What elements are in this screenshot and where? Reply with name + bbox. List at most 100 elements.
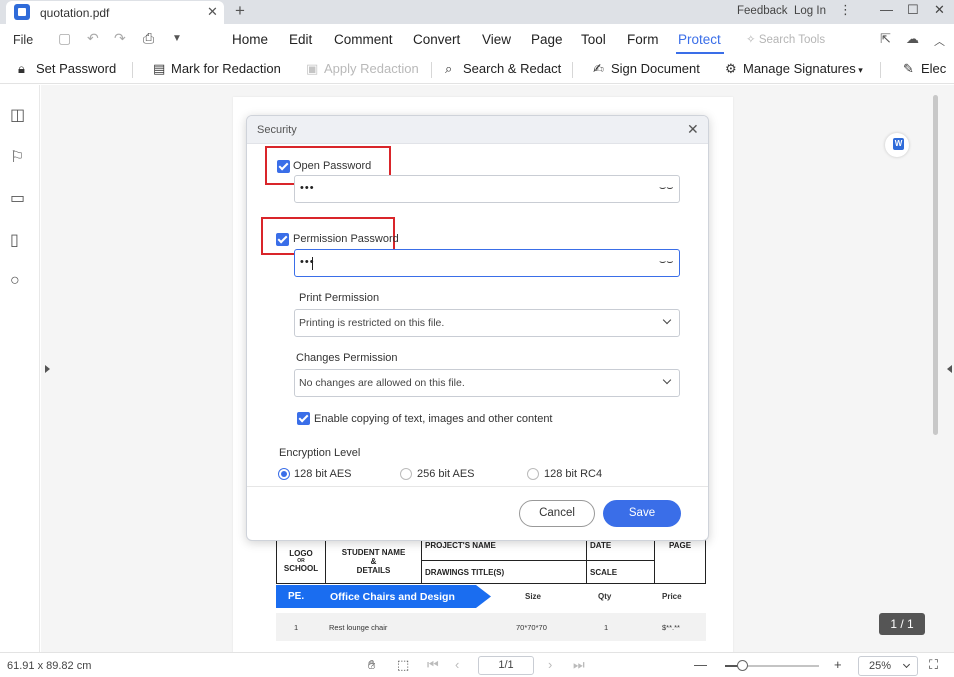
cloud-upload-icon[interactable]: ☁ (906, 31, 919, 47)
encryption-128-aes-label: 128 bit AES (294, 468, 352, 480)
enable-copying-checkbox[interactable] (297, 412, 310, 425)
sign-document-button[interactable]: ✍ Sign Document (593, 61, 700, 77)
minimize-icon[interactable]: — (880, 2, 893, 17)
search-tools[interactable]: ✧ Search Tools (746, 32, 825, 46)
menu-home[interactable]: Home (232, 32, 268, 47)
changes-permission-value: No changes are allowed on this file. (299, 377, 465, 389)
menu-edit[interactable]: Edit (289, 32, 312, 47)
zoom-out-icon[interactable]: — (694, 657, 707, 672)
comment-icon[interactable]: ▭ (10, 188, 25, 208)
chevron-down-icon (662, 315, 672, 325)
encryption-level-label: Encryption Level (279, 447, 361, 459)
last-page-icon[interactable]: ⏭︎ (573, 657, 585, 673)
menu-file[interactable]: File (13, 33, 33, 47)
electronic-signature-icon: ✎ (903, 61, 914, 76)
menu-comment[interactable]: Comment (334, 32, 393, 47)
drawings-title-cell: DRAWINGS TITLE(S) (421, 560, 587, 584)
section-header-row: PE. Office Chairs and Design Size Qty Pr… (276, 585, 706, 608)
attachment-icon[interactable]: ▯ (10, 230, 19, 250)
dialog-footer-divider (247, 486, 708, 487)
bookmark-icon[interactable]: ⚐ (10, 147, 24, 167)
close-window-icon[interactable]: ✕ (934, 2, 945, 18)
section-name: Office Chairs and Design (330, 591, 455, 603)
select-tool-icon[interactable]: ⬚ (397, 657, 409, 673)
page-dimensions: 61.91 x 89.82 cm (7, 660, 92, 672)
first-page-icon[interactable]: ⏮︎ (427, 657, 439, 673)
collapse-ribbon-icon[interactable]: ︿ (934, 33, 945, 49)
new-tab-icon[interactable]: + (235, 1, 245, 21)
mark-redaction-button[interactable]: ▤ Mark for Redaction (153, 61, 281, 77)
permission-password-field[interactable]: ••• ⌣⌣ (294, 249, 680, 277)
row-size: 70*70*70 (516, 623, 547, 632)
zoom-in-icon[interactable]: + (834, 657, 842, 672)
menu-tool[interactable]: Tool (581, 32, 606, 47)
size-column-header: Size (525, 592, 542, 601)
share-icon[interactable]: ⇱ (880, 31, 891, 47)
status-bar: 61.91 x 89.82 cm ✋︎ ⬚ ⏮︎ ‹ 1/1 › ⏭︎ — + … (0, 652, 954, 677)
security-dialog: Security ✕ Open Password ••• ⌣⌣ Permissi… (246, 115, 709, 541)
undo-icon[interactable]: ↶ (87, 30, 99, 47)
convert-to-word-button[interactable]: W (885, 133, 909, 157)
encryption-256-aes-radio[interactable] (400, 468, 412, 480)
hide-password-icon[interactable]: ⌣⌣ (659, 256, 673, 269)
details-text: DETAILS (356, 565, 391, 575)
feedback-link[interactable]: Feedback (737, 5, 788, 17)
date-cell: DATE (586, 538, 655, 561)
print-permission-select[interactable]: Printing is restricted on this file. (294, 309, 680, 337)
row-qty: 1 (604, 623, 609, 632)
search-tools-placeholder: Search Tools (758, 34, 826, 46)
redo-icon[interactable]: ↷ (114, 30, 126, 47)
menu-form[interactable]: Form (627, 32, 659, 47)
electronic-signature-button[interactable]: ✎ Elec (903, 61, 946, 77)
logo-cell: LOGO OR SCHOOL (276, 538, 326, 584)
search-redact-button[interactable]: ⌕ Search & Redact (445, 61, 561, 77)
fit-page-icon[interactable]: ⛶ (929, 657, 938, 673)
menu-view[interactable]: View (482, 32, 511, 47)
page-number-input[interactable]: 1/1 (478, 656, 534, 675)
quick-access-dropdown-icon[interactable]: ▼ (172, 33, 182, 44)
close-dialog-icon[interactable]: ✕ (687, 121, 699, 138)
next-page-icon[interactable]: › (548, 657, 552, 672)
vertical-scrollbar[interactable] (933, 95, 938, 435)
menu-page[interactable]: Page (531, 32, 563, 47)
expand-right-panel-icon[interactable] (947, 365, 952, 373)
print-permission-value: Printing is restricted on this file. (299, 317, 445, 329)
document-tab[interactable]: quotation.pdf ✕ (6, 1, 224, 24)
encryption-128-rc4-radio[interactable] (527, 468, 539, 480)
changes-permission-select[interactable]: No changes are allowed on this file. (294, 369, 680, 397)
cancel-button[interactable]: Cancel (519, 500, 595, 527)
apply-redaction-button[interactable]: ▣ Apply Redaction (306, 61, 419, 77)
hand-tool-icon[interactable]: ✋︎ (368, 657, 375, 673)
protect-toolbar: 🔒︎ Set Password ▤ Mark for Redaction ▣ Appl… (0, 54, 954, 84)
zoom-slider[interactable] (725, 660, 819, 671)
permission-password-label: Permission Password (293, 233, 399, 245)
manage-signatures-button[interactable]: ⚙ Manage Signatures ▾ (725, 61, 863, 77)
chevron-down-icon (902, 660, 911, 669)
maximize-icon[interactable]: ☐ (907, 2, 919, 18)
dialog-title: Security (257, 124, 297, 136)
zoom-slider-handle[interactable] (736, 660, 748, 671)
previous-page-icon[interactable]: ‹ (455, 657, 459, 672)
open-password-value: ••• (300, 182, 315, 194)
thumbnails-icon[interactable]: ◫ (10, 105, 25, 125)
search-icon[interactable]: ○ (10, 272, 20, 290)
more-options-icon[interactable]: ⋮ (839, 2, 852, 18)
save-button[interactable]: Save (603, 500, 681, 527)
encryption-128-aes-radio[interactable] (278, 468, 290, 480)
menu-convert[interactable]: Convert (413, 32, 460, 47)
close-tab-icon[interactable]: ✕ (207, 4, 218, 20)
open-password-checkbox[interactable] (277, 160, 290, 173)
login-link[interactable]: Log In (794, 5, 826, 17)
zoom-level-select[interactable]: 25% (858, 656, 918, 676)
mark-redaction-label: Mark for Redaction (171, 61, 281, 76)
save-icon[interactable]: ▢ (58, 30, 71, 47)
print-icon[interactable]: ⎙ (143, 30, 154, 47)
table-row: 1 Rest lounge chair 70*70*70 1 $**.** (276, 613, 706, 641)
expand-left-panel-icon[interactable] (45, 365, 50, 373)
open-password-field[interactable]: ••• ⌣⌣ (294, 175, 680, 203)
permission-password-checkbox[interactable] (276, 233, 289, 246)
lightbulb-icon: ✧ (746, 34, 759, 46)
menu-protect[interactable]: Protect (678, 32, 721, 47)
hide-password-icon[interactable]: ⌣⌣ (659, 182, 673, 195)
set-password-button[interactable]: 🔒︎ Set Password (18, 61, 116, 77)
